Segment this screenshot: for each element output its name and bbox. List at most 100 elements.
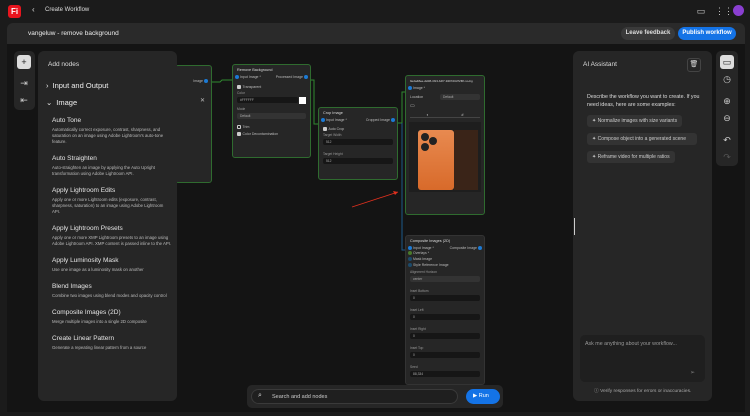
node-list-item[interactable]: Auto Tone Automatically correct exposure,… [52,117,172,145]
add-nodes-panel: Add nodes › Input and Output ⌄ Image Auto … [38,51,177,401]
undo-icon[interactable]: ↶ [720,133,734,147]
panel-resize-handle[interactable] [574,218,575,235]
right-toolbar: ▭ ◷ ⊕ ⊖ ↶ ↷ [716,51,738,166]
zoom-in-icon[interactable]: ⊕ [720,94,734,108]
port-label: Cropped Image [365,118,391,122]
trash-icon[interactable]: 🗑 [687,58,701,72]
node-list-item[interactable]: Create Linear Pattern Generate a repeatin… [52,335,172,351]
output-port[interactable] [391,118,395,123]
inset-left-input[interactable]: 0 [410,314,480,321]
export-icon[interactable]: ⇤ [17,93,31,107]
node-item-title: Auto Tone [52,117,82,124]
add-node-icon[interactable]: + [17,55,31,69]
disclaimer: ⓘ Verify responses for errors or inaccur… [594,387,691,394]
section-image[interactable]: ⌄ Image [38,90,177,117]
redo-icon[interactable]: ↷ [720,150,734,164]
port-label: Image * [412,86,426,90]
run-button[interactable]: ▶ Run [466,389,500,404]
node-title: Remove Background [237,68,273,72]
node-item-description: Generate a repeating linear pattern from… [52,345,147,350]
color-input[interactable]: #FFFFFF [237,97,298,104]
port-label: Image [193,79,204,83]
node-title: Composite Images (2D) [410,239,451,243]
inset-right-input[interactable]: 0 [410,333,480,340]
close-icon[interactable]: ✕ [176,83,211,104]
node-composite-images[interactable]: Composite Images (2D) Input Image * Compo… [405,235,485,385]
port-label: Overlays * [412,251,430,256]
input-port[interactable] [408,263,412,268]
panel-title: AI Assistant [583,61,617,68]
seed-input[interactable]: 88,334 [410,371,480,378]
suggestion-label: Reframe video for multiple ratios [597,154,670,160]
ai-chat-icon[interactable]: ▭ [720,55,734,69]
zoom-out-icon[interactable]: ⊖ [720,111,734,125]
node-list-item[interactable]: Apply Lightroom Edits Apply one or more L… [52,187,172,215]
section-label: Image [56,98,78,107]
field-label: Location [410,95,424,100]
grid-tab-icon[interactable]: # [461,112,463,117]
mode-select[interactable]: Default [237,113,306,120]
node-item-description: Apply one or more Lightroom edits (expos… [52,197,164,214]
input-port[interactable] [408,86,412,91]
suggestion-chip[interactable]: ✦ Normalize images with size variants [587,115,683,127]
suggestion-label: Compose object into a generated scene [597,136,686,142]
field-label: Alignment Horizon [410,270,437,275]
checkbox-label: Transparent [242,85,262,90]
suggestion-label: Normalize images with size variants [597,118,678,124]
node-item-description: Apply one or more XMP Lightroom presets … [52,235,172,246]
auto-crop-checkbox[interactable] [323,127,327,131]
import-icon[interactable]: ⇥ [17,76,31,90]
target-width-input[interactable]: 512 [323,139,393,146]
chat-input[interactable]: Ask me anything about your workflow... ➢ [580,335,705,382]
input-port[interactable] [408,251,412,256]
history-icon[interactable]: ◷ [720,72,734,86]
node-list-item[interactable]: Auto Straighten Auto-straighten an image … [52,155,172,177]
folder-icon[interactable]: ▭ [406,100,484,112]
field-label: Inset Left [410,308,424,313]
field-label: Seed [410,365,418,370]
output-port[interactable] [204,79,208,84]
suggestion-chip[interactable]: ✦ Reframe video for multiple ratios [587,151,675,163]
location-select[interactable]: Default [440,94,480,101]
inset-bottom-input[interactable]: 0 [410,295,480,302]
node-output-image[interactable]: 9e2a48ee-d2d8-4f13-b4f7-9407d3d72f0f-no-… [405,75,485,215]
node-list-item[interactable]: Apply Luminosity Mask Use one image as a … [52,257,172,273]
transparent-checkbox[interactable] [237,85,241,89]
target-height-input[interactable]: 512 [323,158,393,165]
field-label: Mode [237,107,246,112]
search-placeholder: Search and add nodes [272,394,328,400]
node-item-title: Apply Lightroom Presets [52,225,123,232]
port-label: Mask Image [412,257,433,262]
output-port[interactable] [478,246,482,251]
panel-title: Add nodes [48,61,80,68]
input-port[interactable] [408,257,412,262]
send-icon[interactable]: ➢ [690,369,695,376]
node-crop-image[interactable]: Crop Image Input Image * Cropped Image Au… [318,107,398,180]
input-port[interactable] [235,75,239,80]
checkbox-label: Color Decontamination [242,132,279,137]
node-remove-background[interactable]: Remove Background Input Image * Processed… [232,64,311,158]
node-list-item[interactable]: Composite Images (2D) Merge multiple imag… [52,309,172,325]
disclaimer-text: Verify responses for errors or inaccurac… [600,389,692,394]
output-port[interactable] [304,75,308,80]
intro-text: Describe the workflow you want to create… [587,94,700,108]
input-port[interactable] [408,246,412,251]
chat-placeholder: Ask me anything about your workflow... [585,341,677,347]
input-port[interactable] [321,118,325,123]
port-label: Input Image * [412,246,434,250]
node-list-item[interactable]: Apply Lightroom Presets Apply one or more… [52,225,172,247]
suggestion-chip[interactable]: ✦ Compose object into a generated scene [587,133,697,145]
node-item-title: Auto Straighten [52,155,97,162]
inset-top-input[interactable]: 0 [410,352,480,359]
section-input-output[interactable]: › Input and Output [38,68,177,90]
node-item-title: Apply Lightroom Edits [52,187,116,194]
search-nodes-input[interactable]: ⌕ Search and add nodes [251,389,458,404]
ai-assistant-panel: AI Assistant 🗑 Describe the workflow you… [573,51,712,401]
node-list-item[interactable]: Blend Images Combine two images using ble… [52,283,172,299]
alignment-select[interactable]: center [410,276,480,283]
trim-checkbox[interactable] [237,125,241,129]
decontam-checkbox[interactable] [237,132,241,136]
node-input-partial[interactable]: Image ✕ [175,65,212,183]
color-swatch[interactable] [299,96,306,104]
preview-tab-icon[interactable]: ◐ [426,112,428,117]
